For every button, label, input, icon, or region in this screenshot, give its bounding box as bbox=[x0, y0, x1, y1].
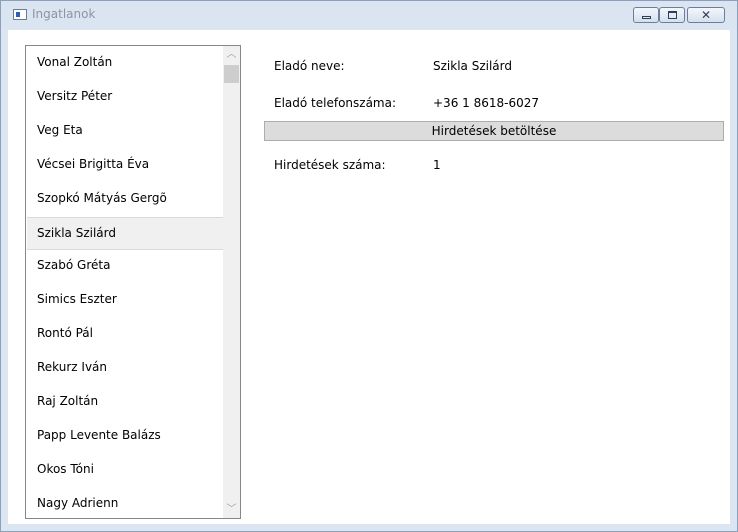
seller-list-item[interactable]: Szopkó Mátyás Gergõ bbox=[27, 183, 223, 216]
seller-list-item[interactable]: Vonal Zoltán bbox=[27, 47, 223, 80]
seller-list-item[interactable]: Szabó Gréta bbox=[27, 250, 223, 283]
seller-list-item[interactable]: Vécsei Brigitta Éva bbox=[27, 149, 223, 182]
chevron-up-icon[interactable]: ︿ bbox=[223, 46, 240, 63]
minimize-icon bbox=[642, 16, 651, 19]
seller-list-item[interactable]: Raj Zoltán bbox=[27, 386, 223, 419]
client-area: Vonal Zoltán Versitz Péter Veg Eta Vécsei B… bbox=[8, 30, 730, 524]
title-bar[interactable]: Ingatlanok ✕ bbox=[1, 1, 737, 29]
close-button[interactable]: ✕ bbox=[687, 7, 725, 23]
seller-phone-label: Eladó telefonszáma: bbox=[274, 96, 397, 110]
seller-list-item[interactable]: Versitz Péter bbox=[27, 81, 223, 114]
seller-list[interactable]: Vonal Zoltán Versitz Péter Veg Eta Vécsei B… bbox=[25, 45, 241, 519]
seller-list-item[interactable]: Papp Levente Balázs bbox=[27, 420, 223, 453]
seller-name-label: Eladó neve: bbox=[274, 59, 345, 73]
window-app-icon bbox=[13, 9, 27, 20]
chevron-down-icon[interactable]: ﹀ bbox=[223, 501, 240, 518]
listing-count-label: Hirdetések száma: bbox=[274, 158, 386, 172]
maximize-icon bbox=[668, 11, 677, 19]
seller-list-item[interactable]: Simics Eszter bbox=[27, 284, 223, 317]
seller-list-item[interactable]: Rontó Pál bbox=[27, 318, 223, 351]
scrollbar-thumb[interactable] bbox=[224, 65, 239, 83]
seller-list-item[interactable]: Rekurz Iván bbox=[27, 352, 223, 385]
seller-list-item[interactable]: Okos Tóni bbox=[27, 454, 223, 487]
seller-list-item[interactable]: Szikla Szilárd bbox=[27, 216, 223, 250]
seller-name-value: Szikla Szilárd bbox=[433, 59, 512, 73]
window-title: Ingatlanok bbox=[32, 7, 96, 21]
seller-phone-value: +36 1 8618-6027 bbox=[433, 96, 539, 110]
load-listings-button[interactable]: Hirdetések betöltése bbox=[264, 121, 724, 141]
seller-list-item[interactable]: Nagy Adrienn bbox=[27, 488, 223, 518]
minimize-button[interactable] bbox=[633, 7, 659, 23]
close-icon: ✕ bbox=[701, 8, 712, 22]
seller-list-item[interactable]: Veg Eta bbox=[27, 115, 223, 148]
maximize-button[interactable] bbox=[659, 7, 685, 23]
vertical-scrollbar[interactable]: ︿ ﹀ bbox=[223, 46, 240, 518]
app-window: Ingatlanok ✕ Vonal Zoltán Versitz Péter Ve… bbox=[0, 0, 738, 532]
listing-count-value: 1 bbox=[433, 158, 441, 172]
